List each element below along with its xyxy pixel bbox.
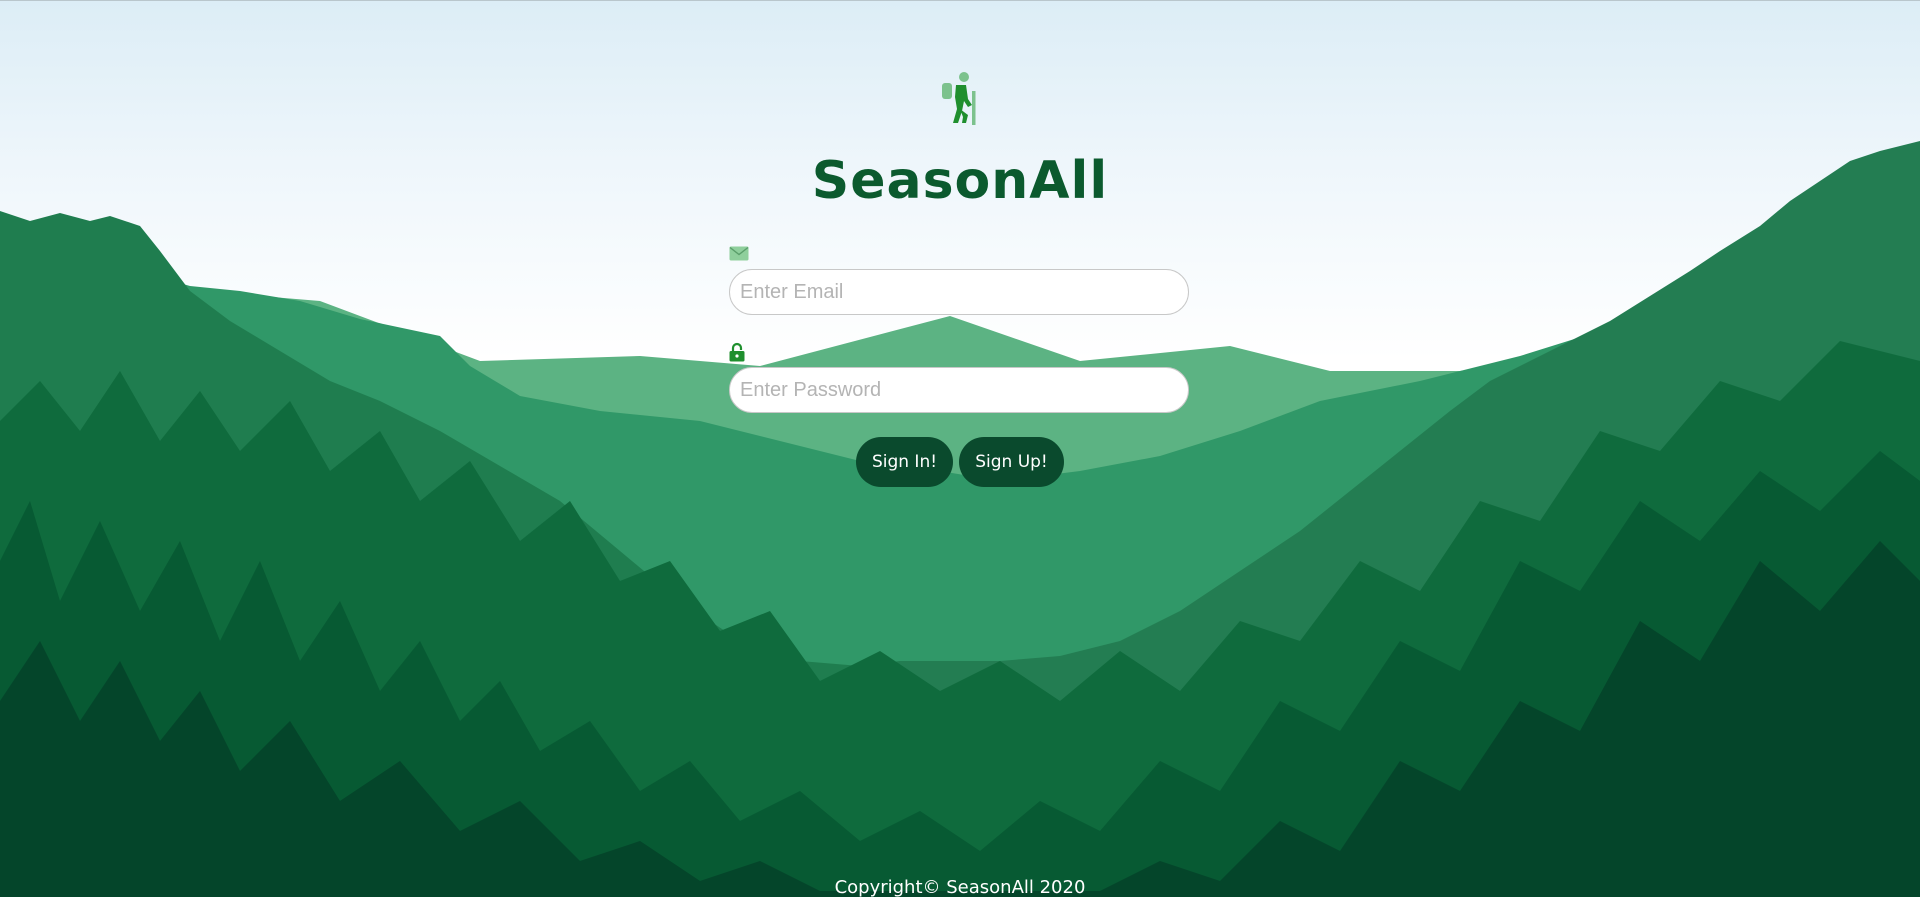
sign-in-button[interactable]: Sign In! (856, 437, 953, 487)
hiker-icon (942, 72, 976, 125)
login-page: SeasonAll Sign In! Sign Up! Copyright© S… (0, 0, 1920, 897)
forest-background (0, 141, 1920, 897)
envelope-icon (729, 246, 749, 261)
app-title: SeasonAll (811, 151, 1109, 211)
password-input[interactable] (729, 367, 1189, 413)
email-input[interactable] (729, 269, 1189, 315)
lock-icon (729, 342, 745, 362)
sign-up-button[interactable]: Sign Up! (959, 437, 1064, 487)
copyright-footer: Copyright© SeasonAll 2020 (834, 877, 1086, 897)
